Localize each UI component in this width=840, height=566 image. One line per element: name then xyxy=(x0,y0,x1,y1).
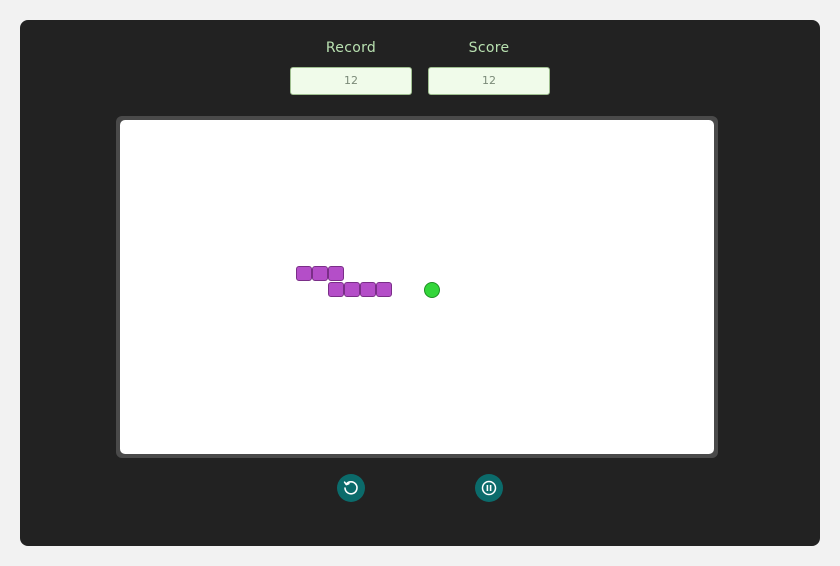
restart-icon xyxy=(343,481,358,495)
snake-segment xyxy=(328,266,344,281)
snake-segment xyxy=(312,266,328,281)
game-board[interactable] xyxy=(120,120,714,454)
score-label: Score xyxy=(468,40,510,56)
snake-segment xyxy=(360,282,376,297)
record-label: Record xyxy=(325,40,377,56)
snake-head xyxy=(376,282,392,297)
snake-segment xyxy=(344,282,360,297)
record-value: 12 xyxy=(290,67,412,95)
pause-icon xyxy=(481,480,497,496)
snake-segment xyxy=(328,282,344,297)
score-value: 12 xyxy=(428,67,550,95)
game-frame: Record 12 Score 12 xyxy=(20,20,820,546)
snake-segment xyxy=(296,266,312,281)
restart-button[interactable] xyxy=(337,474,365,502)
pause-button[interactable] xyxy=(475,474,503,502)
game-board-border xyxy=(116,116,718,458)
food-apple xyxy=(424,282,440,298)
